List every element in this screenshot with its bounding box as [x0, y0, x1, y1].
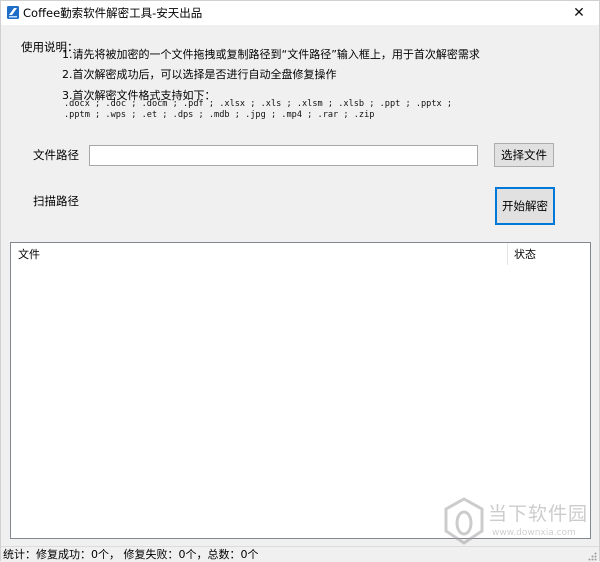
- app-icon: [7, 6, 19, 19]
- watermark-url: www.downxia.com: [492, 528, 576, 538]
- file-path-label: 文件路径: [33, 148, 79, 162]
- app-window: Coffee勤索软件解密工具-安天出品 ✕ 使用说明： 1.请先将被加密的一个文…: [0, 0, 600, 562]
- supported-formats-line-1: .docx ; .doc ; .docm ; .pdf ; .xlsx ; .x…: [64, 99, 453, 109]
- column-header-status[interactable]: 状态: [514, 248, 536, 262]
- status-bar: 统计：修复成功：0个， 修复失败：0个，总数：0个: [1, 546, 599, 562]
- start-decrypt-button[interactable]: 开始解密: [495, 187, 555, 225]
- browse-file-button[interactable]: 选择文件: [494, 143, 554, 167]
- column-header-file[interactable]: 文件: [18, 248, 40, 262]
- watermark-name: 当下软件园: [488, 503, 589, 525]
- list-header: 文件 状态: [11, 243, 590, 267]
- window-title: Coffee勤索软件解密工具-安天出品: [23, 6, 203, 20]
- file-list[interactable]: 文件 状态: [10, 242, 591, 539]
- column-divider[interactable]: [507, 243, 508, 265]
- watermark: 当下软件园 www.downxia.com: [442, 497, 592, 547]
- close-button[interactable]: ✕: [559, 1, 599, 25]
- watermark-logo-icon: [444, 497, 484, 545]
- instruction-item-2: 2.首次解密成功后，可以选择是否进行自动全盘修复操作: [62, 68, 337, 81]
- supported-formats-line-2: .pptm ; .wps ; .et ; .dps ; .mdb ; .jpg …: [64, 110, 375, 120]
- close-icon: ✕: [573, 5, 585, 21]
- scan-path-label: 扫描路径: [33, 194, 79, 208]
- instruction-item-1: 1.请先将被加密的一个文件拖拽或复制路径到“文件路径”输入框上，用于首次解密需求: [62, 48, 480, 61]
- status-summary: 统计：修复成功：0个， 修复失败：0个，总数：0个: [3, 548, 259, 561]
- title-bar[interactable]: Coffee勤索软件解密工具-安天出品 ✕: [1, 1, 599, 25]
- file-path-input[interactable]: [89, 145, 478, 166]
- resize-grip-icon[interactable]: [587, 551, 597, 561]
